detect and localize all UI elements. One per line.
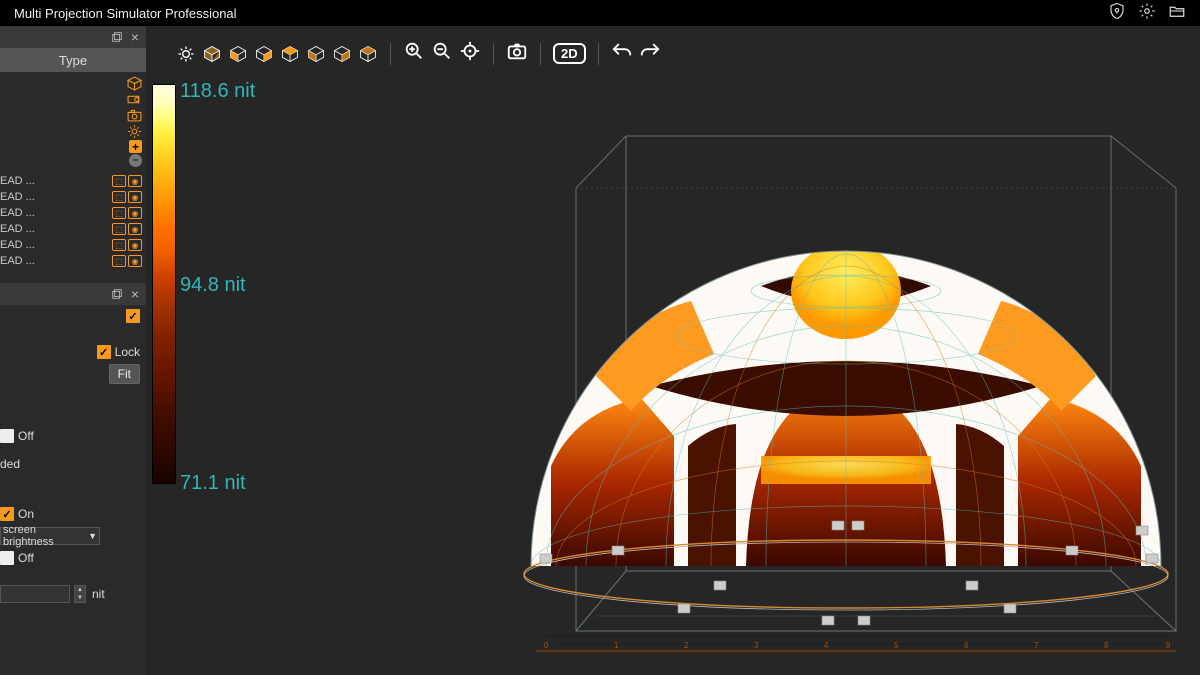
undock-icon[interactable]: [110, 30, 124, 44]
titlebar: Multi Projection Simulator Professional: [0, 0, 1200, 26]
checkbox-off[interactable]: [0, 429, 14, 443]
lock-label: Lock: [115, 345, 140, 359]
svg-text:2: 2: [684, 641, 689, 650]
chevron-down-icon: ▼: [88, 531, 97, 541]
off-label: Off: [18, 429, 34, 443]
redo-icon[interactable]: [639, 40, 661, 67]
view-cube-front-icon[interactable]: [228, 44, 248, 64]
2d-toggle[interactable]: 2D: [553, 43, 586, 64]
legend-gradient: [152, 84, 176, 484]
panel-header-top: ×: [0, 26, 146, 48]
svg-text:8: 8: [1104, 641, 1109, 650]
cube-icon[interactable]: [127, 76, 142, 91]
projector-row-icon: ◉: [128, 191, 142, 203]
view-cube-top-icon[interactable]: [332, 44, 352, 64]
close-icon[interactable]: ×: [128, 30, 142, 44]
legend-label-bot: 71.1 nit: [180, 472, 246, 495]
undock-icon[interactable]: [110, 287, 124, 301]
svg-text:0: 0: [544, 641, 549, 650]
camera-snapshot-icon[interactable]: [506, 40, 528, 67]
stepper[interactable]: ▲▼: [74, 585, 86, 603]
on-label: On: [18, 507, 34, 521]
projector-row-icon: ⬚: [112, 223, 126, 235]
projector-icon[interactable]: [127, 92, 142, 107]
close-icon[interactable]: ×: [128, 287, 142, 301]
heatmap-legend: [152, 84, 176, 484]
svg-text:6: 6: [964, 641, 969, 650]
left-sidebar: × Type + – EAD ...⬚◉ EAD ...⬚◉ EAD ...⬚◉…: [0, 26, 146, 675]
panel-header-props: ×: [0, 283, 146, 305]
projector-row-icon: ⬚: [112, 239, 126, 251]
app-title: Multi Projection Simulator Professional: [14, 6, 237, 21]
svg-text:5: 5: [894, 641, 899, 650]
unit-label: nit: [92, 587, 105, 601]
view-cube-bottom-icon[interactable]: [358, 44, 378, 64]
nit-input[interactable]: [0, 585, 70, 603]
viewport-toolbar: 2D: [176, 40, 661, 67]
camera-icon[interactable]: [127, 108, 142, 123]
view-cube-right-icon[interactable]: [306, 44, 326, 64]
legend-label-mid: 94.8 nit: [180, 274, 246, 297]
projector-row-icon: ◉: [128, 255, 142, 267]
folder-icon[interactable]: [1168, 2, 1186, 25]
projector-row-icon: ⬚: [112, 255, 126, 267]
type-icon-stack: + –: [0, 72, 146, 173]
zoom-in-icon[interactable]: [403, 40, 425, 67]
minus-icon[interactable]: –: [129, 154, 142, 167]
svg-text:3: 3: [754, 641, 759, 650]
sun-icon[interactable]: [127, 124, 142, 139]
legend-label-top: 118.6 nit: [180, 80, 255, 103]
view-cube-iso-icon[interactable]: [202, 44, 222, 64]
type-header: Type: [0, 48, 146, 72]
view-cube-left-icon[interactable]: [280, 44, 300, 64]
undo-icon[interactable]: [611, 40, 633, 67]
projector-row-icon: ⬚: [112, 175, 126, 187]
svg-text:4: 4: [824, 641, 829, 650]
svg-text:7: 7: [1034, 641, 1039, 650]
svg-text:1: 1: [614, 641, 619, 650]
svg-text:9: 9: [1166, 641, 1171, 650]
checkbox[interactable]: ✓: [126, 309, 140, 323]
list-item[interactable]: EAD ...⬚◉: [0, 253, 146, 269]
projector-row-icon: ◉: [128, 223, 142, 235]
projector-row-icon: ◉: [128, 175, 142, 187]
off-label-2: Off: [18, 551, 34, 565]
ded-label: ded: [0, 457, 20, 471]
view-settings-icon[interactable]: [176, 44, 196, 64]
fit-button[interactable]: Fit: [109, 364, 140, 384]
list-item[interactable]: EAD ...⬚◉: [0, 189, 146, 205]
checkbox-on[interactable]: ✓: [0, 507, 14, 521]
projector-row-icon: ◉: [128, 239, 142, 251]
lock-checkbox[interactable]: ✓: [97, 345, 111, 359]
target-icon[interactable]: [459, 40, 481, 67]
list-item[interactable]: EAD ...⬚◉: [0, 173, 146, 189]
gear-icon[interactable]: [1138, 2, 1156, 25]
scene-render: 15 14 13 12 11 10 9 8 7 6 5 4 3 2 1: [416, 76, 1200, 656]
brightness-select[interactable]: screen brightness ▼: [0, 527, 100, 545]
projector-row-icon: ◉: [128, 207, 142, 219]
list-item[interactable]: EAD ...⬚◉: [0, 237, 146, 253]
plus-icon[interactable]: +: [129, 140, 142, 153]
projector-row-icon: ⬚: [112, 191, 126, 203]
shield-icon[interactable]: [1108, 2, 1126, 25]
list-item[interactable]: EAD ...⬚◉: [0, 221, 146, 237]
viewport-3d[interactable]: 2D 118.6 nit 94.8 nit 71.1 nit: [146, 26, 1200, 675]
view-cube-back-icon[interactable]: [254, 44, 274, 64]
zoom-out-icon[interactable]: [431, 40, 453, 67]
list-item[interactable]: EAD ...⬚◉: [0, 205, 146, 221]
projector-list: EAD ...⬚◉ EAD ...⬚◉ EAD ...⬚◉ EAD ...⬚◉ …: [0, 173, 146, 269]
checkbox-off-2[interactable]: [0, 551, 14, 565]
projector-row-icon: ⬚: [112, 207, 126, 219]
properties-panel: ✓ ✓ Lock Fit Off ded ✓ On: [0, 305, 146, 605]
